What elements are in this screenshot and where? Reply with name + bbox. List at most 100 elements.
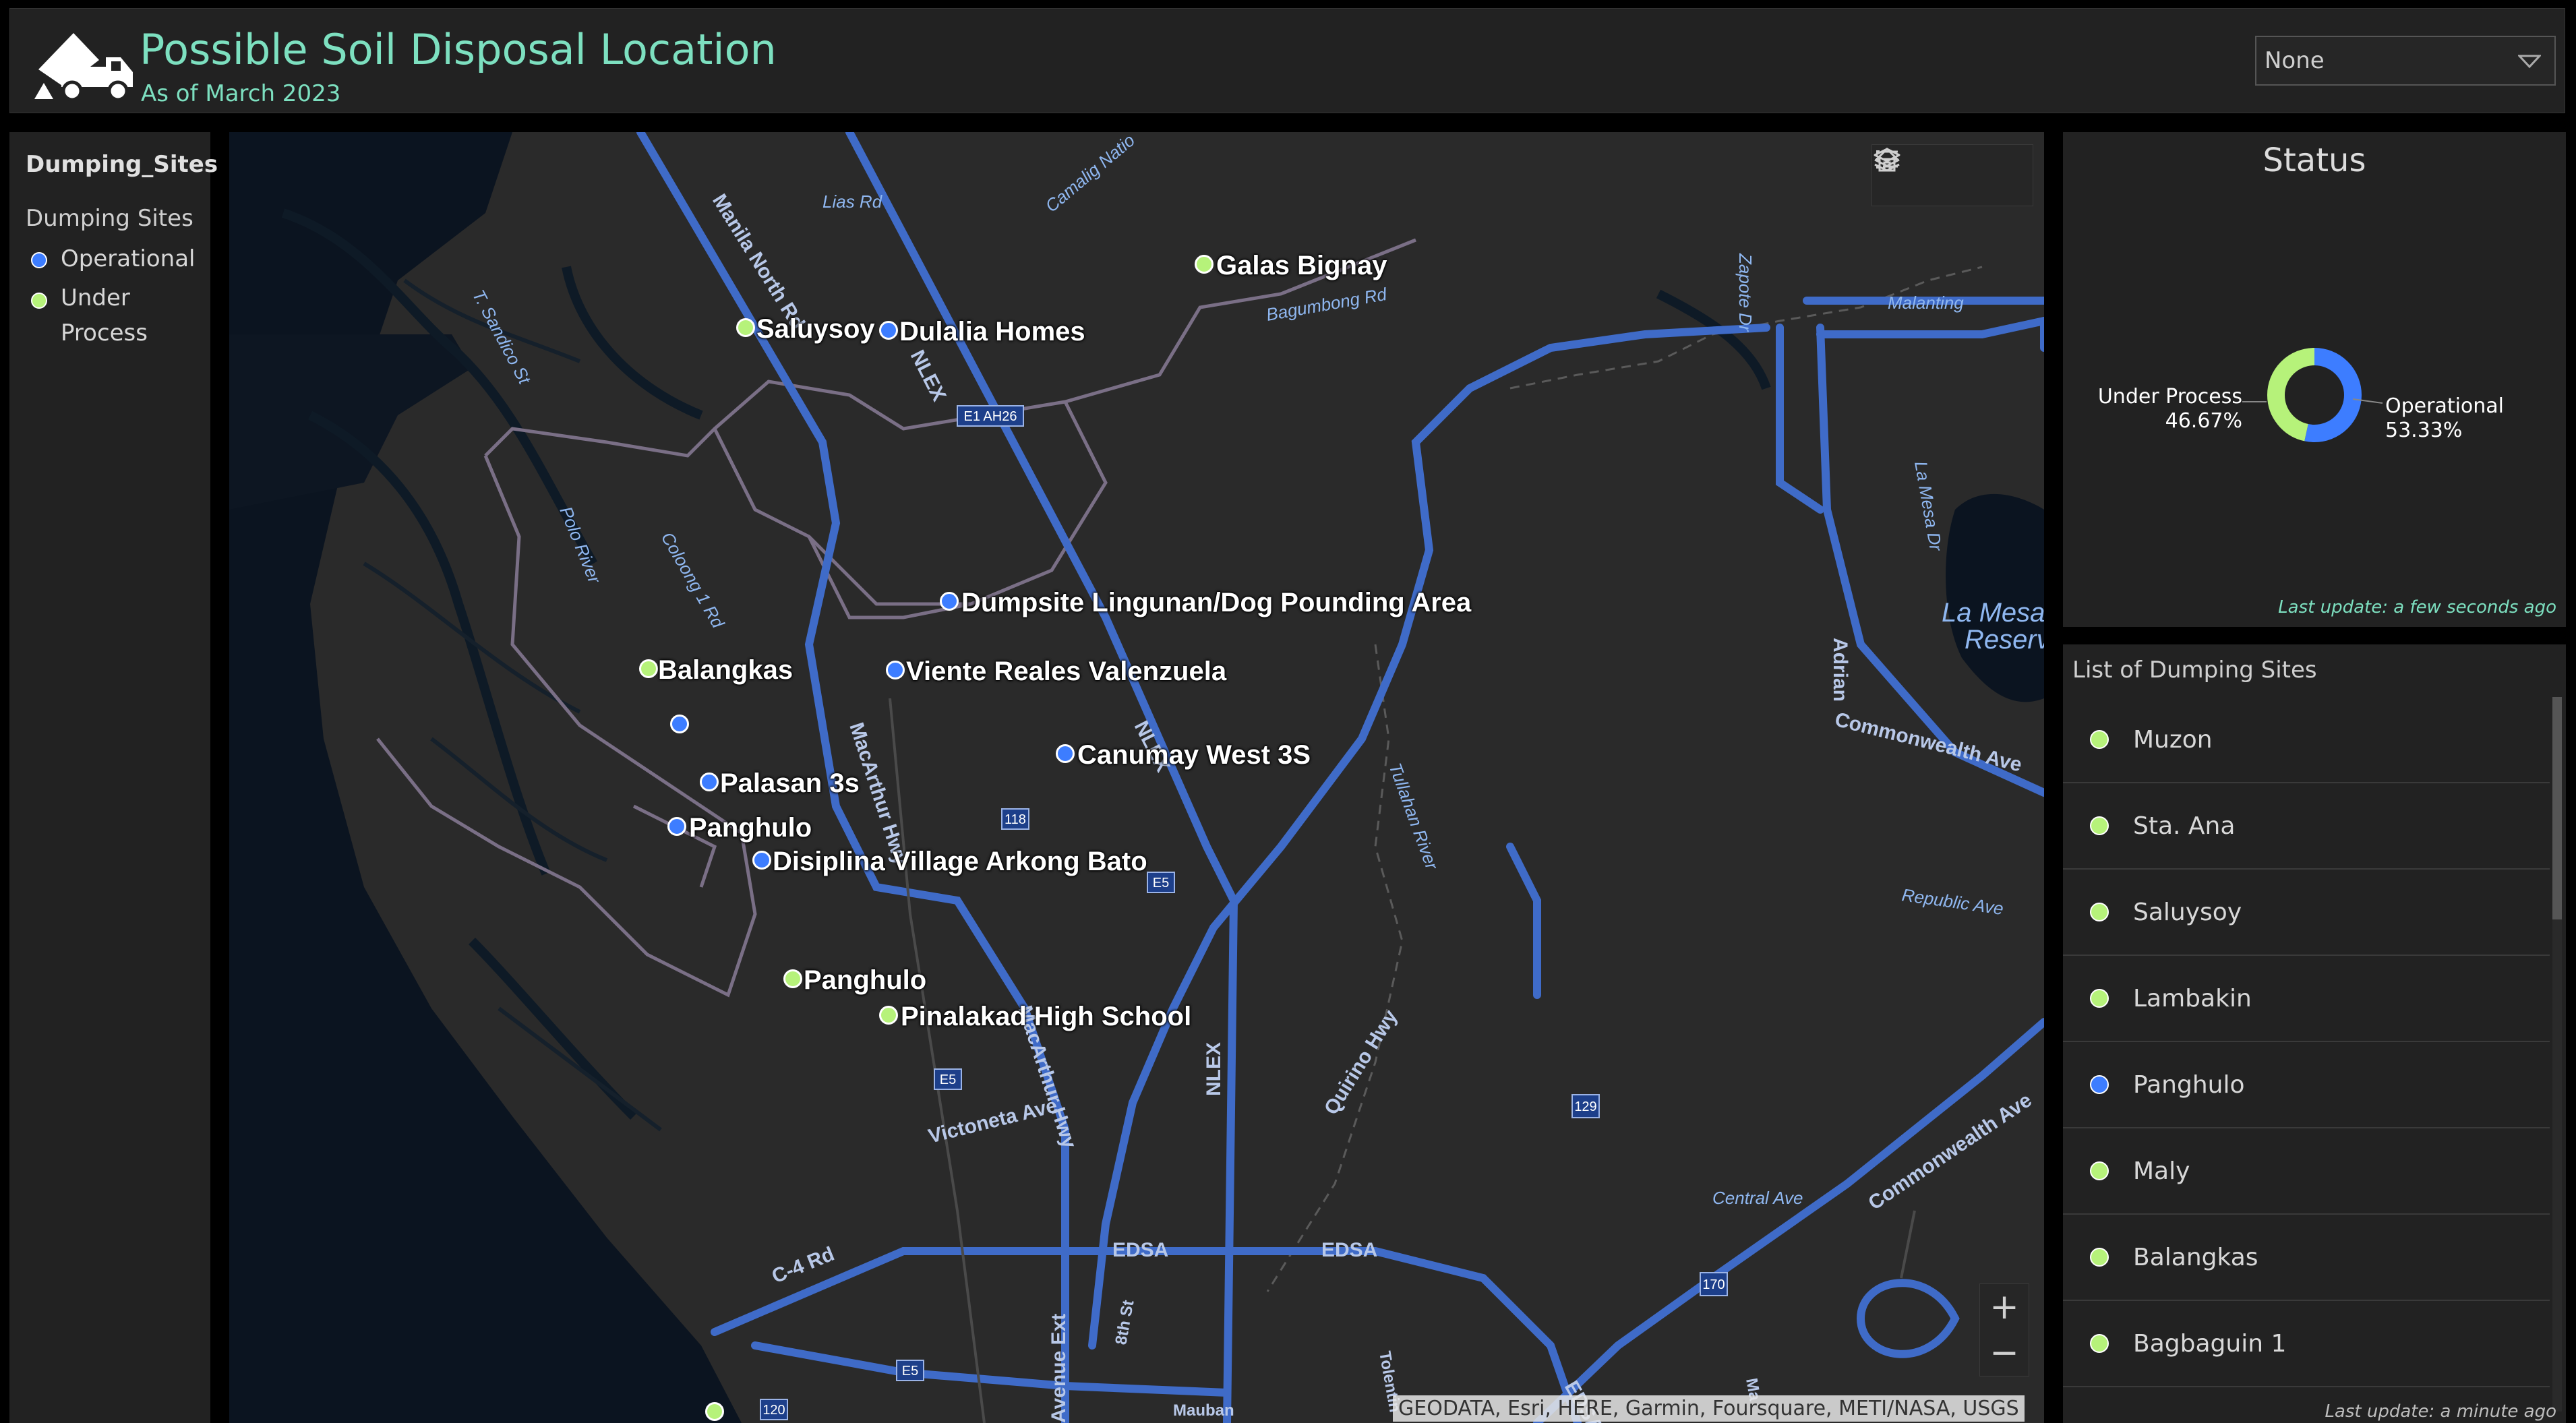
svg-text:E5: E5 — [902, 1364, 918, 1379]
list-scrollbar-thumb[interactable] — [2552, 697, 2562, 919]
list-item-name: Maly — [2133, 1157, 2190, 1185]
list-item[interactable]: Lambakin — [2063, 956, 2550, 1042]
list-item[interactable]: Bagbaguin 1 — [2063, 1301, 2550, 1387]
filter-select[interactable]: None — [2255, 36, 2556, 86]
site-label: Pinalakad High School — [901, 1002, 1192, 1031]
map-view[interactable]: T. Sandico St Lias Rd Camalig Natio Bagu… — [229, 132, 2044, 1423]
site-marker[interactable] — [879, 321, 898, 340]
app-header: Possible Soil Disposal Location As of Ma… — [9, 8, 2565, 113]
svg-text:La Mesa Dr: La Mesa Dr — [1911, 460, 1946, 553]
svg-text:La Mesa D: La Mesa D — [1942, 598, 2044, 628]
filter-select-value: None — [2265, 47, 2325, 74]
site-label: Dumpsite Lingunan/Dog Pounding Area — [961, 588, 1472, 617]
status-dot-icon — [2090, 1334, 2109, 1353]
site-marker[interactable] — [940, 592, 959, 611]
legend-item-under-process: Under Process — [26, 284, 194, 351]
list-item[interactable]: Sta. Ana — [2063, 783, 2550, 870]
site-label: Saluysoy — [756, 314, 875, 344]
status-donut-chart: Under Process 46.67% Operational 53.33% — [2098, 348, 2504, 442]
site-label: Dulalia Homes — [899, 317, 1085, 346]
list-item-name: Panghulo — [2133, 1070, 2245, 1099]
list-item[interactable]: Muzon — [2063, 697, 2550, 783]
under-process-label: Under Process — [2098, 385, 2242, 408]
site-marker[interactable] — [1195, 255, 1214, 274]
svg-text:Adrian: Adrian — [1829, 638, 1851, 702]
list-button[interactable] — [1876, 145, 1979, 206]
site-marker[interactable] — [670, 715, 689, 733]
list-scrollbar[interactable] — [2552, 697, 2562, 1412]
status-dot-icon — [2090, 989, 2109, 1008]
status-dot-icon — [2090, 1248, 2109, 1267]
svg-text:Republic Ave: Republic Ave — [1900, 884, 2004, 919]
svg-text:Manila North Rd: Manila North Rd — [708, 190, 809, 334]
svg-text:Central Ave: Central Ave — [1712, 1188, 1803, 1208]
svg-text:170: 170 — [1702, 1277, 1725, 1292]
legend-item-label: Under Process — [61, 284, 148, 346]
status-dot-icon — [2090, 1075, 2109, 1094]
status-dot-icon — [2090, 730, 2109, 749]
under-process-percent: 46.67% — [2165, 409, 2242, 433]
svg-text:Malanting: Malanting — [1888, 293, 1964, 313]
status-dot-icon — [2090, 1161, 2109, 1180]
under-process-symbol-icon — [31, 293, 47, 309]
site-marker[interactable] — [736, 318, 755, 337]
svg-text:Quirino Hwy: Quirino Hwy — [1320, 1006, 1402, 1119]
layers-button[interactable] — [1874, 145, 2033, 206]
list-item[interactable]: Panghulo — [2063, 1042, 2550, 1128]
chevron-down-icon — [2518, 55, 2541, 69]
svg-text:E1 AH26: E1 AH26 — [964, 409, 1017, 424]
site-marker[interactable] — [752, 851, 771, 870]
site-marker[interactable] — [783, 969, 802, 988]
legend-layer-title: Dumping_Sites — [26, 151, 218, 178]
site-marker[interactable] — [705, 1402, 724, 1421]
svg-text:Reservoi: Reservoi — [1965, 625, 2044, 655]
dumping-sites-list-panel: List of Dumping Sites Muzon Sta. Ana Sal… — [2063, 644, 2566, 1423]
page-title: Possible Soil Disposal Location — [140, 25, 777, 74]
site-label: Galas Bignay — [1216, 251, 1387, 280]
operational-symbol-icon — [31, 252, 47, 268]
basemap: T. Sandico St Lias Rd Camalig Natio Bagu… — [229, 132, 2044, 1423]
zoom-control: + − — [1979, 1283, 2029, 1376]
list-item[interactable]: Maly — [2063, 1128, 2550, 1215]
svg-text:Tullahan River: Tullahan River — [1385, 760, 1442, 873]
svg-text:Mauban: Mauban — [1173, 1401, 1234, 1420]
map-toolbar — [1871, 144, 2033, 206]
layers-icon — [1874, 148, 1900, 172]
operational-label: Operational — [2385, 394, 2504, 418]
svg-text:8th St: 8th St — [1112, 1299, 1137, 1346]
list-item-name: Saluysoy — [2133, 898, 2242, 926]
status-dot-icon — [2090, 903, 2109, 921]
site-label: Panghulo — [689, 813, 812, 843]
svg-text:129: 129 — [1574, 1099, 1596, 1114]
svg-text:EDSA: EDSA — [1321, 1239, 1377, 1261]
site-marker[interactable] — [1056, 744, 1075, 763]
list-item-name: Muzon — [2133, 725, 2213, 754]
dumping-sites-list: Muzon Sta. Ana Saluysoy Lambakin Panghul… — [2063, 697, 2550, 1387]
svg-text:Avenue Ext: Avenue Ext — [1048, 1314, 1070, 1423]
list-item-name: Balangkas — [2133, 1243, 2258, 1271]
status-panel: Status Under Process 46.67% Operational … — [2063, 132, 2566, 627]
page-subtitle: As of March 2023 — [141, 80, 341, 107]
list-item[interactable]: Saluysoy — [2063, 870, 2550, 956]
site-label: Disiplina Village Arkong Bato — [773, 847, 1147, 876]
donut — [2267, 348, 2362, 442]
svg-text:Camalig Natio: Camalig Natio — [1042, 132, 1139, 216]
list-item-name: Sta. Ana — [2133, 812, 2236, 840]
operational-percent: 53.33% — [2385, 419, 2462, 442]
list-item-name: Lambakin — [2133, 984, 2252, 1012]
site-label: Canumay West 3S — [1077, 740, 1311, 770]
svg-text:NLEX: NLEX — [1203, 1042, 1225, 1096]
svg-text:E5: E5 — [940, 1072, 956, 1087]
site-marker[interactable] — [667, 817, 686, 836]
zoom-in-button[interactable]: + — [1980, 1284, 2029, 1330]
site-marker[interactable] — [700, 773, 719, 791]
site-label: Panghulo — [804, 965, 927, 995]
status-last-update: Last update: a few seconds ago — [2278, 597, 2556, 617]
site-marker[interactable] — [886, 661, 905, 679]
dump-truck-icon — [34, 33, 133, 102]
site-marker[interactable] — [879, 1006, 898, 1025]
site-label: Balangkas — [658, 655, 793, 685]
site-marker[interactable] — [639, 659, 658, 678]
list-item[interactable]: Balangkas — [2063, 1215, 2550, 1301]
zoom-out-button[interactable]: − — [1980, 1330, 2029, 1376]
